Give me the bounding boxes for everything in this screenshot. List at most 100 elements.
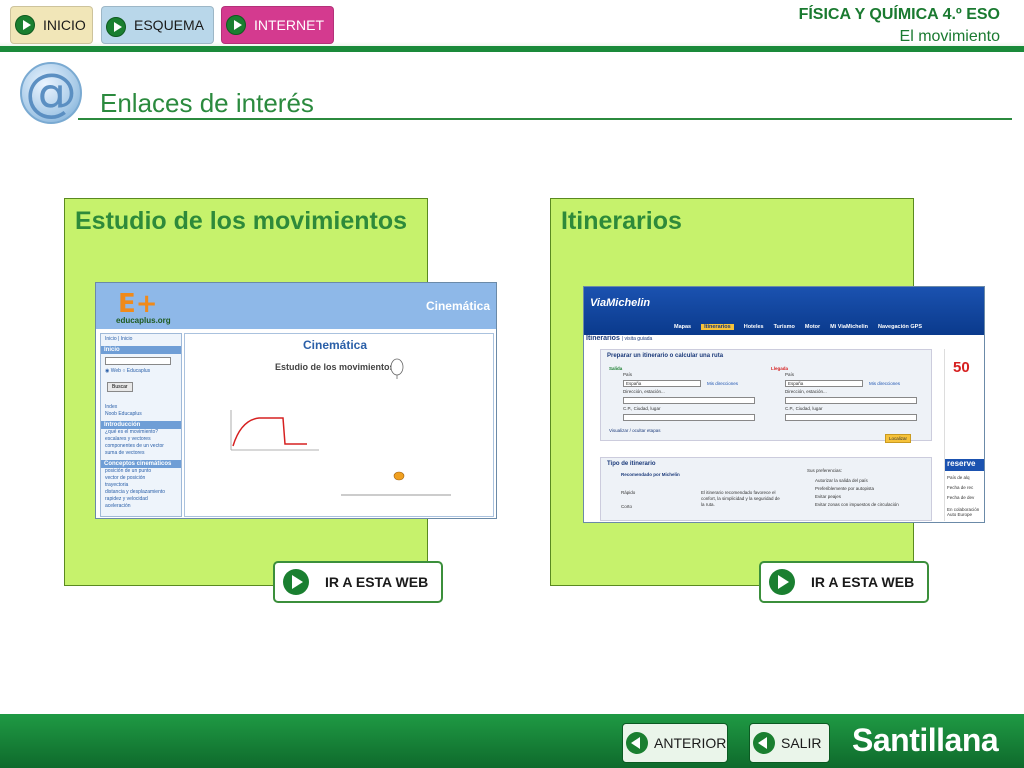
thumbnail-header-title: Cinemática [425, 299, 490, 313]
itinerary-type-form: Tipo de itinerario Recomendado por Miche… [600, 457, 932, 521]
sidebar-link: escalares y vectores [105, 436, 151, 442]
menu-item: Navegación GPS [877, 324, 922, 330]
side-text: Fecha de dev [947, 495, 975, 500]
play-icon [15, 15, 35, 35]
thumbnail-content: Cinemática Estudio de los movimientos [184, 333, 494, 517]
mis-direcciones-link: Mis direcciones [869, 381, 901, 386]
sidebar-link: trayectoria [105, 482, 129, 488]
esquema-button[interactable]: ESQUEMA [101, 6, 214, 44]
form-title: Tipo de itinerario [607, 461, 656, 467]
educaplus-logo-text: educaplus.org [116, 316, 171, 325]
section-heading: Itinerarios | visita guiada [586, 335, 653, 342]
menu-item-active: Itinerarios [701, 324, 734, 330]
menu-item: Turismo [773, 324, 795, 330]
pais-label: País [623, 372, 633, 377]
sidebar-link: distancia y desplazamiento [105, 489, 166, 495]
thumbnail-sidebar: Inicio | Inicio Inicio ◉ Web ○ Educaplus… [100, 333, 182, 517]
sidebar-link: componentes de un vector [105, 443, 164, 449]
header-info: FÍSICA Y QUÍMICA 4.º ESO El movimiento [799, 6, 1000, 46]
thumbnail-header: E+ educaplus.org Cinemática [96, 283, 496, 329]
menu-item: Hoteles [743, 324, 764, 330]
sidebar-link: suma de vectores [105, 450, 145, 456]
pref-option: Autorizar la salida del país [815, 478, 868, 483]
sidebar-link: Noob Educaplus [105, 411, 142, 417]
salir-button[interactable]: SALIR [749, 723, 830, 763]
option-label: Recomendado por Michelin [621, 472, 680, 477]
route-form: Preparar un itinerario o calcular una ru… [600, 349, 932, 443]
internet-button[interactable]: INTERNET [221, 6, 334, 44]
card-title: Estudio de los movimientos [75, 207, 407, 235]
sidebar-link: aceleración [105, 503, 131, 509]
card-title: Itinerarios [561, 207, 682, 235]
menu-item: Mi ViaMichelin [830, 324, 868, 330]
direccion-input [623, 397, 755, 404]
esquema-label: ESQUEMA [134, 17, 205, 33]
search-input [105, 357, 171, 365]
educaplus-logo: E+ [118, 289, 158, 319]
salir-label: SALIR [781, 735, 822, 751]
inicio-button[interactable]: INICIO [10, 6, 93, 44]
sidebar-section: Introducción [101, 421, 181, 429]
title-divider [78, 118, 1012, 120]
thumbnail-menu: Mapas Itinerarios Hoteles Turismo Motor … [674, 324, 922, 330]
santillana-logo: Santillana [852, 722, 999, 758]
llegada-label: Llegada [771, 366, 789, 371]
play-icon [226, 15, 246, 35]
salida-label: Salida [609, 366, 623, 371]
cp-input [623, 414, 755, 421]
cp-label: C.P., Ciudad, lugar [623, 406, 661, 411]
thumbnail-side-ad: 50 reserve País de alq Fecha de rec Fech… [944, 349, 984, 521]
back-arrow-icon [753, 732, 775, 754]
play-icon [769, 569, 795, 595]
direccion-label: Dirección, estación... [623, 389, 665, 394]
sidebar-link: Index [105, 404, 118, 410]
promo-number: 50 [953, 359, 970, 376]
sidebar-link: ¿qué es el movimiento? [105, 429, 159, 435]
sidebar-link: vector de posición [105, 475, 146, 481]
website-thumbnail-viamichelin[interactable]: ViaMichelin Mapas Itinerarios Hoteles Tu… [583, 286, 985, 523]
pais-select: España [623, 380, 701, 387]
top-bar-divider [0, 46, 1024, 52]
side-text: País de alq [947, 475, 970, 480]
motion-graph-illustration [230, 358, 451, 496]
visit-website-button[interactable]: IR A ESTA WEB [759, 561, 929, 603]
unit-title: El movimiento [899, 28, 1000, 45]
website-thumbnail-educaplus[interactable]: E+ educaplus.org Cinemática Inicio | Ini… [95, 282, 497, 519]
thumbnail-header: ViaMichelin Mapas Itinerarios Hoteles Tu… [584, 287, 984, 335]
pref-option: Evitar peajes [815, 494, 842, 499]
sidebar-link: posición de un punto [105, 468, 152, 474]
page-title: Enlaces de interés [100, 88, 314, 118]
back-arrow-icon [626, 732, 648, 754]
option-description: El itinerario recomendado favorece el co… [701, 490, 780, 507]
play-icon [106, 17, 126, 37]
pais-select: España [785, 380, 863, 387]
play-icon [283, 569, 309, 595]
pref-option: Preferiblemente por autopista [815, 486, 875, 491]
subject-title: FÍSICA Y QUÍMICA 4.º ESO [798, 6, 1000, 23]
reserve-banner: reserve [945, 459, 984, 471]
menu-item: Motor [804, 324, 821, 330]
search-options: ◉ Web ○ Educaplus [105, 368, 151, 374]
inicio-label: INICIO [43, 17, 86, 33]
visit-website-button[interactable]: IR A ESTA WEB [273, 561, 443, 603]
search-button: Buscar [107, 382, 133, 392]
localizar-button: Localizar [885, 434, 912, 443]
sidebar-link: rapidez y velocidad [105, 496, 148, 502]
prefs-title: Sus preferencias: [807, 468, 843, 473]
anterior-label: ANTERIOR [654, 735, 727, 751]
direccion-label: Dirección, estación... [785, 389, 827, 394]
anterior-button[interactable]: ANTERIOR [622, 723, 728, 763]
sidebar-top-links: Inicio | Inicio [105, 336, 133, 342]
internet-label: INTERNET [254, 17, 324, 33]
option-label: Rápido [621, 490, 636, 495]
visit-website-label: IR A ESTA WEB [811, 574, 915, 590]
direccion-input [785, 397, 917, 404]
sidebar-section: Inicio [101, 346, 181, 354]
form-title: Preparar un itinerario o calcular una ru… [607, 353, 724, 359]
mis-direcciones-link: Mis direcciones [707, 381, 739, 386]
cp-input [785, 414, 917, 421]
visit-website-label: IR A ESTA WEB [325, 574, 429, 590]
pais-label: País [785, 372, 795, 377]
cp-label: C.P., Ciudad, lugar [785, 406, 823, 411]
side-text: Fecha de rec [947, 485, 974, 490]
